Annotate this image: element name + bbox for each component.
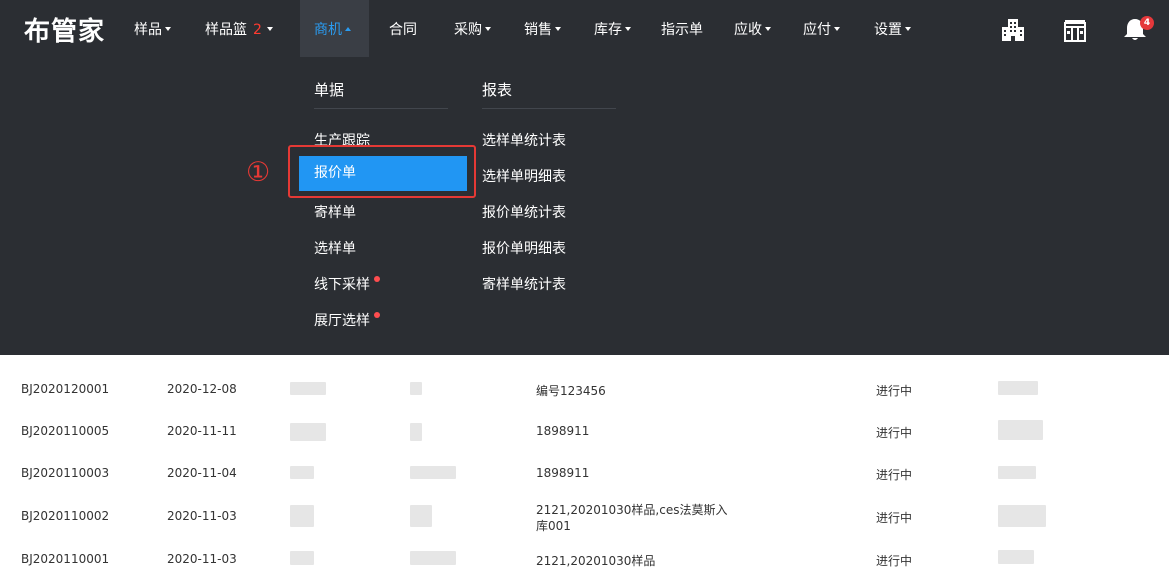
menu-item-quotation-stats[interactable]: 报价单统计表	[482, 202, 566, 222]
redacted-cell	[410, 466, 456, 479]
caret-down-icon	[905, 27, 911, 31]
quotation-remark: 编号123456	[536, 384, 606, 398]
store-icon[interactable]	[1062, 18, 1088, 42]
nav-label: 采购	[454, 22, 482, 38]
nav-item-receivable[interactable]: 应收	[734, 0, 771, 57]
redacted-cell	[410, 505, 432, 527]
redacted-cell	[998, 466, 1036, 479]
quotation-remark-line2: 库001	[536, 519, 571, 533]
notification-badge: 4	[1140, 16, 1154, 30]
nav-item-sales[interactable]: 销售	[524, 0, 561, 57]
redacted-cell	[998, 381, 1038, 395]
quotation-number: BJ2020110005	[21, 424, 110, 438]
caret-down-icon	[834, 27, 840, 31]
quotation-remark: 2121,20201030样品,ces法莫斯入	[536, 503, 728, 517]
nav-item-opportunity[interactable]: 商机	[300, 0, 369, 57]
caret-down-icon	[555, 27, 561, 31]
menu-item-label: 展厅选样	[314, 313, 370, 329]
menu-item-sample-selection[interactable]: 选样单	[314, 238, 356, 258]
redacted-cell	[410, 382, 422, 395]
caret-up-icon	[345, 27, 351, 31]
redacted-cell	[410, 423, 422, 441]
nav-label: 样品篮	[205, 22, 247, 38]
quotation-date: 2020-12-08	[167, 382, 237, 396]
reports-divider	[482, 108, 616, 109]
annotation-highlight-box	[288, 145, 476, 198]
annotation-step-number: ①	[246, 157, 271, 188]
nav-label: 销售	[524, 22, 552, 38]
status-text: 进行中	[876, 384, 913, 398]
menu-item-sample-delivery[interactable]: 寄样单	[314, 202, 356, 222]
caret-down-icon	[625, 27, 631, 31]
quotation-date: 2020-11-11	[167, 424, 237, 438]
nav-item-settings[interactable]: 设置	[874, 0, 911, 57]
menu-item-selection-detail[interactable]: 选样单明细表	[482, 166, 566, 186]
sample-basket-count: 2	[253, 22, 262, 38]
caret-down-icon	[165, 27, 171, 31]
redacted-cell	[290, 505, 314, 527]
nav-label: 样品	[134, 22, 162, 38]
quotation-remark: 1898911	[536, 466, 590, 480]
nav-label: 应收	[734, 22, 762, 38]
status-text: 进行中	[876, 468, 913, 482]
quotation-number: BJ2020110002	[21, 509, 110, 523]
quotation-date: 2020-11-04	[167, 466, 237, 480]
menu-item-offline-sampling[interactable]: 线下采样	[314, 274, 380, 294]
quotation-number: BJ2020110001	[21, 552, 110, 566]
nav-label: 应付	[803, 22, 831, 38]
new-dot-icon	[374, 312, 380, 318]
caret-down-icon	[765, 27, 771, 31]
menu-item-quotation-detail[interactable]: 报价单明细表	[482, 238, 566, 258]
menu-item-showroom-selection[interactable]: 展厅选样	[314, 310, 380, 330]
top-navbar: 布管家 样品 样品篮 2 商机 合同 采购 销售 库存 指示单 应收 应付 设置	[0, 0, 1169, 57]
redacted-cell	[290, 423, 326, 441]
building-icon[interactable]	[1000, 18, 1026, 42]
nav-label: 商机	[314, 22, 342, 38]
status-text: 进行中	[876, 511, 913, 525]
nav-item-sample-basket[interactable]: 样品篮 2	[205, 0, 273, 57]
caret-down-icon	[266, 27, 273, 31]
redacted-cell	[290, 466, 314, 479]
nav-item-purchase[interactable]: 采购	[454, 0, 491, 57]
documents-divider	[314, 108, 448, 109]
nav-item-samples[interactable]: 样品	[134, 0, 171, 57]
menu-item-selection-stats[interactable]: 选样单统计表	[482, 130, 566, 150]
nav-item-inventory[interactable]: 库存	[594, 0, 631, 57]
redacted-cell	[998, 505, 1046, 527]
nav-item-payable[interactable]: 应付	[803, 0, 840, 57]
nav-label: 设置	[874, 22, 902, 38]
quotation-number: BJ2020110003	[21, 466, 110, 480]
redacted-cell	[998, 550, 1034, 564]
status-text: 进行中	[876, 554, 913, 568]
menu-item-label: 线下采样	[314, 277, 370, 293]
redacted-cell	[410, 551, 456, 565]
nav-label: 库存	[594, 22, 622, 38]
reports-column-title: 报表	[482, 81, 513, 99]
quotation-remark: 1898911	[536, 424, 590, 438]
quotation-date: 2020-11-03	[167, 509, 237, 523]
menu-item-delivery-stats[interactable]: 寄样单统计表	[482, 274, 566, 294]
status-text: 进行中	[876, 426, 913, 440]
app-logo[interactable]: 布管家	[24, 11, 105, 48]
redacted-cell	[998, 420, 1043, 440]
caret-down-icon	[485, 27, 491, 31]
new-dot-icon	[374, 276, 380, 282]
redacted-cell	[290, 382, 326, 395]
nav-label: 指示单	[661, 22, 703, 38]
quotation-remark: 2121,20201030样品	[536, 554, 656, 568]
nav-item-contract[interactable]: 合同	[389, 0, 417, 57]
opportunity-dropdown-menu: 单据 报表 生产跟踪 报价单 寄样单 选样单 线下采样 展厅选样 选样单统计表 …	[0, 57, 1169, 355]
nav-label: 合同	[389, 22, 417, 38]
quotation-number: BJ2020120001	[21, 382, 110, 396]
quotation-date: 2020-11-03	[167, 552, 237, 566]
redacted-cell	[290, 551, 314, 565]
nav-item-instruction[interactable]: 指示单	[661, 0, 703, 57]
documents-column-title: 单据	[314, 81, 345, 99]
